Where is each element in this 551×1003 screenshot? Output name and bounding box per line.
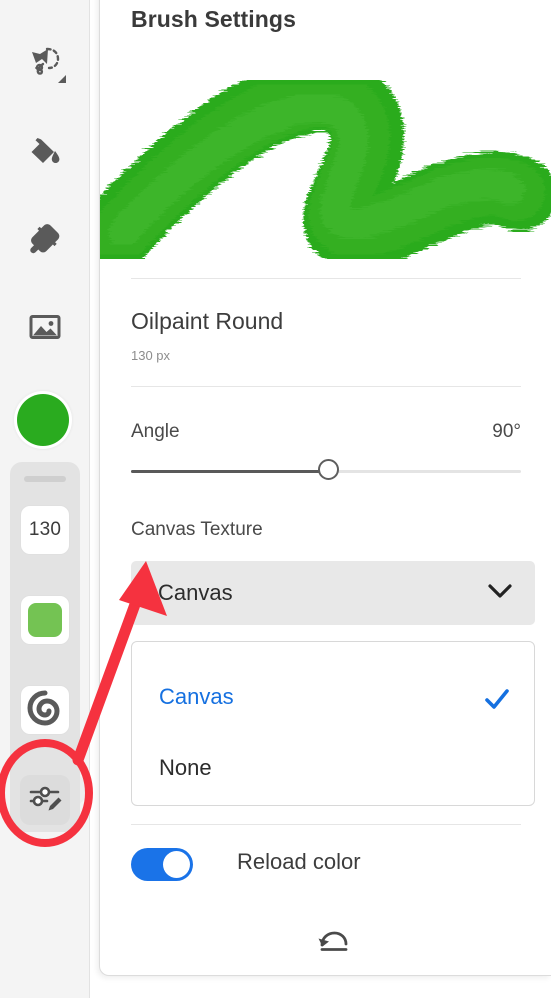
check-icon: [484, 688, 510, 715]
chevron-down-icon: [487, 582, 513, 605]
undo-button[interactable]: [310, 924, 356, 964]
spiral-icon: [27, 690, 63, 731]
toggle-knob: [163, 851, 190, 878]
canvas-texture-select[interactable]: Canvas: [131, 561, 535, 625]
paint-bucket-tool[interactable]: [12, 118, 78, 184]
brush-size-label: 130 px: [131, 348, 171, 363]
angle-label: Angle: [131, 421, 180, 442]
brush-settings-icon: [27, 780, 63, 821]
tool-rail: 130: [0, 0, 92, 998]
angle-slider-fill: [131, 470, 324, 473]
brush-settings-button[interactable]: [20, 775, 70, 825]
lasso-select-tool[interactable]: [12, 27, 78, 93]
reload-color-label: Reload color: [237, 849, 361, 874]
undo-icon: [316, 928, 350, 961]
divider: [131, 278, 521, 279]
page-title: Brush Settings: [131, 6, 296, 32]
canvas-texture-label: Canvas Texture: [131, 519, 263, 540]
panel-tab-indicator: [80, 776, 92, 804]
brush-size-button[interactable]: 130: [20, 505, 70, 555]
brush-settings-panel: Brush Settings Oilpaint Round 130 px Ang…: [99, 0, 551, 976]
color-swatch-button[interactable]: [20, 595, 70, 645]
image-icon: [25, 307, 65, 347]
divider: [131, 824, 521, 825]
image-tool[interactable]: [12, 294, 78, 360]
tool-dock: 130: [10, 462, 80, 832]
angle-slider-thumb[interactable]: [318, 459, 339, 480]
menu-item-none[interactable]: None: [132, 735, 534, 805]
angle-value: 90°: [492, 421, 521, 442]
color-swatch: [28, 603, 62, 637]
menu-item-label: Canvas: [159, 684, 234, 709]
menu-item-canvas[interactable]: Canvas: [132, 664, 534, 734]
reload-color-toggle[interactable]: [131, 848, 193, 881]
menu-item-label: None: [159, 755, 212, 780]
eyedropper-icon: [23, 218, 67, 262]
eyedropper-tool[interactable]: [12, 207, 78, 273]
canvas-texture-menu: Canvas None: [131, 641, 535, 806]
tool-dropdown-caret-icon[interactable]: [58, 75, 66, 83]
canvas-texture-selected-value: Canvas: [158, 580, 233, 605]
foreground-color-circle[interactable]: [17, 394, 69, 446]
brush-stroke-preview: [100, 44, 551, 274]
angle-slider[interactable]: [131, 459, 521, 480]
dock-drag-handle[interactable]: [24, 476, 66, 482]
brush-name: Oilpaint Round: [131, 308, 284, 334]
paint-bucket-icon: [23, 129, 67, 173]
divider: [131, 386, 521, 387]
brush-size-value: 130: [28, 519, 62, 540]
smudge-button[interactable]: [20, 685, 70, 735]
